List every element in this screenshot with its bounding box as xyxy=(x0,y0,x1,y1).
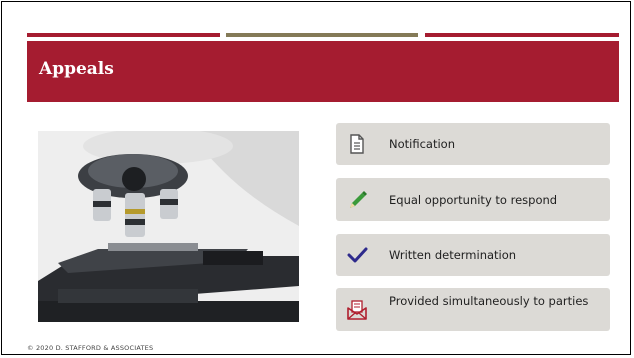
checkmark-icon xyxy=(346,244,368,266)
list-item-provided-simultaneously: Provided simultaneously to parties xyxy=(336,288,610,331)
item-label: Provided simultaneously to parties xyxy=(389,294,589,308)
copyright-footer: © 2020 D. STAFFORD & ASSOCIATES xyxy=(27,344,154,352)
list-item-notification: Notification xyxy=(336,123,610,165)
accent-bar-middle xyxy=(226,33,418,37)
list-item-written-determination: Written determination xyxy=(336,234,610,276)
envelope-letter-icon xyxy=(346,299,368,321)
accent-bar-right xyxy=(425,33,619,37)
slide-frame: Appeals Notification Equal opportunity t… xyxy=(1,1,631,355)
list-item-equal-opportunity: Equal opportunity to respond xyxy=(336,178,610,221)
pencil-icon xyxy=(346,189,368,211)
microscope-photo xyxy=(38,131,299,322)
microscope-illustration xyxy=(38,131,299,322)
document-icon xyxy=(346,133,368,155)
item-label: Written determination xyxy=(389,248,517,262)
title-banner: Appeals xyxy=(27,41,619,102)
slide-title: Appeals xyxy=(39,59,114,79)
accent-bar-left xyxy=(27,33,220,37)
item-label: Equal opportunity to respond xyxy=(389,193,558,207)
item-label: Notification xyxy=(389,137,455,151)
